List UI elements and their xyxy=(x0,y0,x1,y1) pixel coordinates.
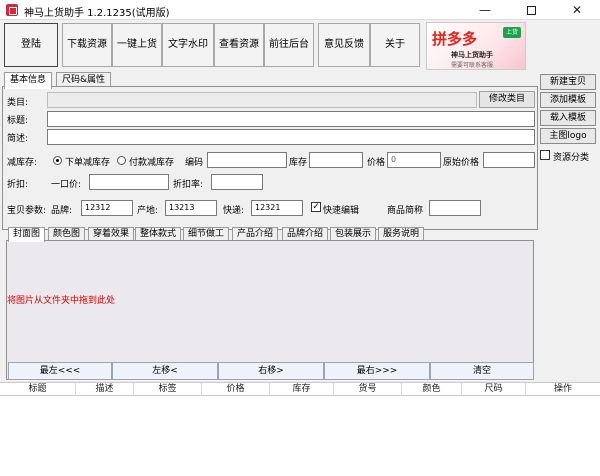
col-color[interactable]: 颜色 xyxy=(402,383,462,396)
resource-category-label: 资源分类 xyxy=(553,153,590,163)
discount-label: 折扣: xyxy=(7,180,29,190)
minimize-button[interactable]: — xyxy=(462,0,508,20)
move-far-right-button[interactable]: 最右>>> xyxy=(324,362,430,380)
orig-price-input[interactable] xyxy=(483,152,535,168)
tab-wearing-effect[interactable]: 穿着效果 xyxy=(88,227,135,241)
window-title: 神马上货助手 1.2.1235(试用版) xyxy=(24,8,170,19)
feedback-button[interactable]: 意见反馈 xyxy=(318,23,370,67)
fixed-price-input[interactable] xyxy=(89,174,169,190)
product-short-label: 商品简称 xyxy=(387,206,424,216)
maximize-button[interactable] xyxy=(508,0,554,20)
inventory-input[interactable] xyxy=(309,152,363,168)
view-resources-button[interactable]: 查看资源 xyxy=(214,23,264,67)
toolbar: 登陆 下载资源 一键上货 文字水印 查看资源 前往后台 意见反馈 关于 拼多多 … xyxy=(0,20,600,72)
image-drop-panel[interactable]: 将图片从文件夹中拖到此处 xyxy=(6,240,534,380)
stock-label: 减库存: xyxy=(7,158,38,168)
close-button[interactable]: ✕ xyxy=(554,0,600,20)
col-action[interactable]: 操作 xyxy=(526,383,600,396)
title-input[interactable] xyxy=(47,111,535,127)
express-label: 快递: xyxy=(223,206,245,216)
desc-input[interactable] xyxy=(47,129,535,145)
express-input[interactable]: 12321 xyxy=(251,200,303,216)
desc-label: 简述: xyxy=(7,134,29,144)
grid-header: 标题 描述 标签 价格 库存 货号 颜色 尺码 操作 xyxy=(0,382,600,396)
drop-hint: 将图片从文件夹中拖到此处 xyxy=(7,296,116,306)
tab-service-info[interactable]: 服务说明 xyxy=(378,227,425,241)
one-click-upload-button[interactable]: 一键上货 xyxy=(112,23,162,67)
move-left-button[interactable]: 左移< xyxy=(112,362,218,380)
tab-brand-intro[interactable]: 品牌介绍 xyxy=(282,227,329,241)
tab-package-display[interactable]: 包装展示 xyxy=(330,227,377,241)
brand-input[interactable]: 12312 xyxy=(81,200,133,216)
maximize-icon xyxy=(526,6,536,15)
params-label: 宝贝参数: xyxy=(7,206,47,216)
tab-basic-info[interactable]: 基本信息 xyxy=(4,72,53,89)
quick-edit-label: 快速编辑 xyxy=(323,206,360,216)
discount-rate-input[interactable] xyxy=(211,174,263,190)
goto-backend-button[interactable]: 前往后台 xyxy=(264,23,314,67)
price-label: 价格 xyxy=(367,158,386,168)
col-price[interactable]: 价格 xyxy=(202,383,270,396)
col-stock[interactable]: 库存 xyxy=(270,383,334,396)
radio-pay-stock[interactable] xyxy=(117,156,126,165)
code-label: 编码 xyxy=(185,158,204,168)
col-title[interactable]: 标题 xyxy=(0,383,76,396)
brand-label: 品牌: xyxy=(51,206,73,216)
new-product-button[interactable]: 新建宝贝 xyxy=(540,74,596,90)
radio-order-stock[interactable] xyxy=(53,156,62,165)
move-far-left-button[interactable]: 最左<<< xyxy=(8,362,112,380)
download-resources-button[interactable]: 下载资源 xyxy=(62,23,112,67)
radio-order-stock-label: 下单减库存 xyxy=(65,158,111,168)
inventory-label: 库存 xyxy=(289,158,308,168)
origin-label: 产地: xyxy=(137,206,159,216)
origin-input[interactable]: 13213 xyxy=(165,200,217,216)
promo-badge: 上货 xyxy=(503,27,521,38)
price-input[interactable]: 0 xyxy=(387,152,441,168)
product-short-input[interactable] xyxy=(429,200,481,216)
title-label: 标题: xyxy=(7,116,29,126)
promo-brand: 拼多多 xyxy=(432,30,478,48)
add-template-button[interactable]: 添加模板 xyxy=(540,92,596,108)
col-tags[interactable]: 标签 xyxy=(134,383,202,396)
move-right-button[interactable]: 右移> xyxy=(218,362,324,380)
promo-line1: 神马上货助手 xyxy=(451,51,493,59)
code-input[interactable] xyxy=(207,152,287,168)
tab-detail-craft[interactable]: 细节做工 xyxy=(183,227,230,241)
col-size[interactable]: 尺码 xyxy=(462,383,526,396)
radio-pay-stock-label: 付款减库存 xyxy=(129,158,175,168)
main-area: 基本信息 尺码&属性 类目: 修改类目 标题: 简述: 减库存: 下单减库存 付… xyxy=(0,72,600,476)
main-logo-button[interactable]: 主图logo xyxy=(540,128,596,144)
promo-banner[interactable]: 拼多多 上货 神马上货助手 需要可联系客服 xyxy=(426,22,526,70)
tab-color-image[interactable]: 颜色图 xyxy=(48,227,86,241)
tab-product-intro[interactable]: 产品介绍 xyxy=(232,227,279,241)
category-field xyxy=(47,92,477,108)
tab-overall-style[interactable]: 整体款式 xyxy=(135,227,182,241)
app-icon xyxy=(6,4,18,16)
login-button[interactable]: 登陆 xyxy=(4,23,58,67)
grid-body xyxy=(0,396,600,476)
fixed-price-label: 一口价: xyxy=(51,180,82,190)
promo-line2: 需要可联系客服 xyxy=(451,62,494,69)
discount-rate-label: 折扣率: xyxy=(173,180,204,190)
tab-cover-image[interactable]: 封面图 xyxy=(8,227,46,242)
orig-price-label: 原始价格 xyxy=(443,158,480,168)
col-item-no[interactable]: 货号 xyxy=(334,383,402,396)
text-watermark-button[interactable]: 文字水印 xyxy=(162,23,214,67)
clear-button[interactable]: 清空 xyxy=(430,362,534,380)
resource-category-checkbox[interactable] xyxy=(540,150,550,160)
title-bar: 神马上货助手 1.2.1235(试用版) — ✕ xyxy=(0,0,600,20)
change-category-button[interactable]: 修改类目 xyxy=(479,91,535,108)
col-desc[interactable]: 描述 xyxy=(76,383,134,396)
about-button[interactable]: 关于 xyxy=(370,23,420,67)
load-template-button[interactable]: 载入模板 xyxy=(540,110,596,126)
quick-edit-checkbox[interactable]: ✓ xyxy=(311,202,321,212)
basic-info-panel: 类目: 修改类目 标题: 简述: 减库存: 下单减库存 付款减库存 编码 库存 … xyxy=(2,86,538,230)
category-label: 类目: xyxy=(7,98,29,108)
